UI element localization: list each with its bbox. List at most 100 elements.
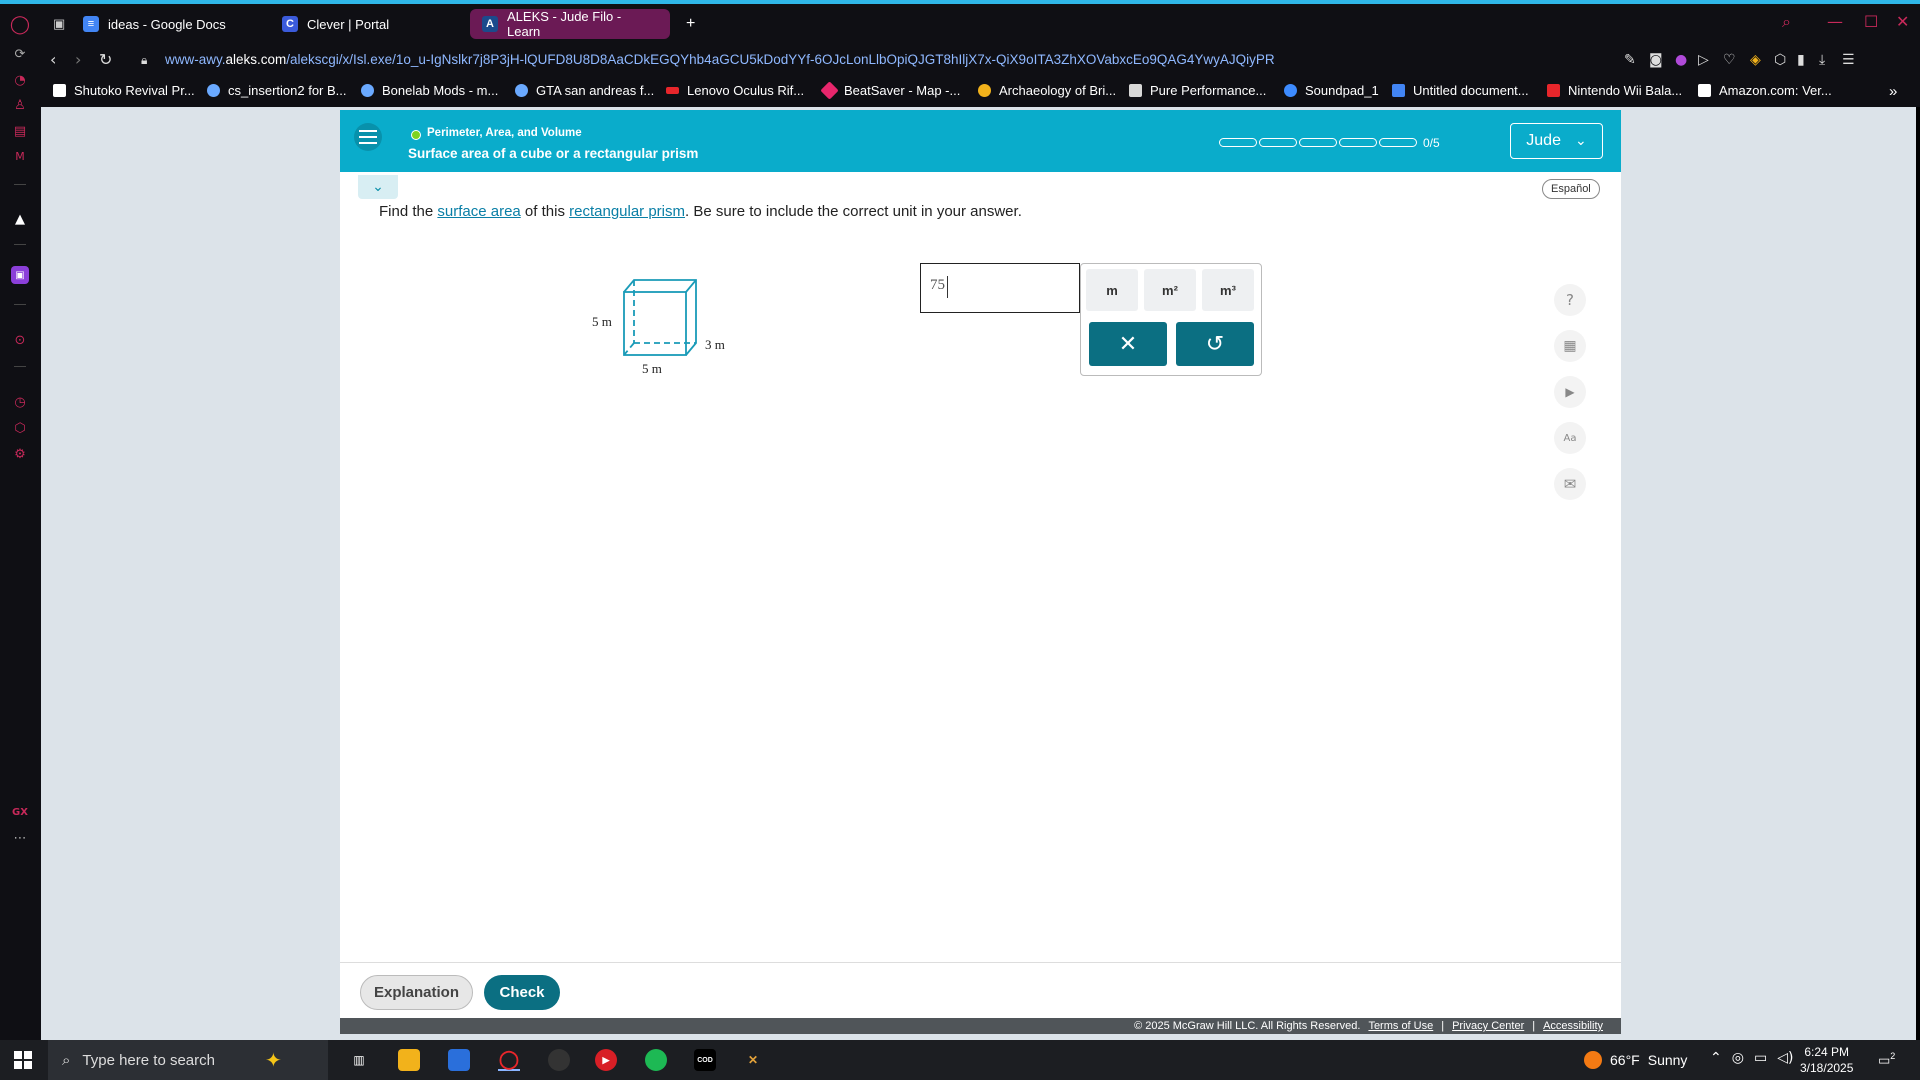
spotify-icon[interactable] xyxy=(645,1049,667,1071)
bookmark-item[interactable]: Soundpad_1 xyxy=(1284,83,1379,98)
bookmark-item[interactable]: cs_insertion2 for B... xyxy=(207,83,347,98)
edit-icon[interactable]: ✎ xyxy=(1624,52,1636,68)
bookmark-item[interactable]: Lenovo Oculus Rif... xyxy=(666,83,804,98)
pinned-icon[interactable]: ▲ xyxy=(8,207,32,231)
rectangular-prism-link[interactable]: rectangular prism xyxy=(569,203,685,220)
terms-link[interactable]: Terms of Use xyxy=(1368,1020,1433,1032)
opera-logo-icon[interactable]: ◯ xyxy=(8,12,32,36)
tab-google-docs[interactable]: ≡ ideas - Google Docs xyxy=(71,9,238,39)
unit-m-button[interactable]: m xyxy=(1086,269,1138,311)
tab-label: Clever | Portal xyxy=(307,16,390,32)
app-taskbar-icon[interactable] xyxy=(548,1049,570,1071)
calculator-icon[interactable]: ▦ xyxy=(1554,330,1586,362)
extension-icon[interactable]: ◈ xyxy=(1750,52,1761,68)
tab-aleks[interactable]: A ALEKS - Jude Filo - Learn xyxy=(470,9,670,39)
performance-icon xyxy=(1129,84,1142,97)
opera-taskbar-icon[interactable]: ◯ xyxy=(498,1049,520,1071)
app-x-icon[interactable]: ✕ xyxy=(742,1049,764,1071)
heart-icon[interactable]: ♡ xyxy=(1723,52,1736,68)
extensions-icon[interactable]: ⬡ xyxy=(8,416,32,440)
messenger-icon[interactable]: M xyxy=(8,144,32,168)
clock[interactable]: 6:24 PM 3/18/2025 xyxy=(1800,1044,1853,1076)
bookmarks-overflow-button[interactable]: » xyxy=(1889,83,1897,100)
bookmark-item[interactable]: Nintendo Wii Bala... xyxy=(1547,83,1682,98)
collapse-chevron-icon[interactable]: ⌄ xyxy=(358,175,398,199)
video-icon[interactable]: ▶ xyxy=(1554,376,1586,408)
windows-start-icon[interactable] xyxy=(14,1051,32,1069)
check-button[interactable]: Check xyxy=(484,975,560,1010)
textbook-icon[interactable]: Aa xyxy=(1554,422,1586,454)
file-explorer-icon[interactable] xyxy=(398,1049,420,1071)
bookmark-item[interactable]: Bonelab Mods - m... xyxy=(361,83,498,98)
weather-widget[interactable]: 66°F Sunny xyxy=(1584,1051,1687,1069)
forward-icon[interactable]: › xyxy=(75,50,81,69)
user-menu-button[interactable]: Jude ⌄ xyxy=(1510,123,1603,159)
meet-now-icon[interactable]: ◎ xyxy=(1732,1050,1744,1066)
bookmark-item[interactable]: Amazon.com: Ver... xyxy=(1698,83,1832,98)
mail-icon[interactable]: ✉ xyxy=(1554,468,1586,500)
taskbar-search-input[interactable]: ⌕ Type here to search ✦ xyxy=(48,1040,328,1080)
profile-icon[interactable]: ▮ xyxy=(1797,52,1805,68)
youtube-music-icon[interactable]: ▶ xyxy=(595,1049,617,1071)
network-icon[interactable]: ▭ xyxy=(1754,1050,1767,1066)
sidebar-divider xyxy=(14,184,26,185)
gx-icon[interactable]: GX xyxy=(8,800,32,824)
more-icon[interactable]: ⋯ xyxy=(8,826,32,850)
bookmark-label: Shutoko Revival Pr... xyxy=(74,83,195,98)
url-field[interactable]: www-awy.aleks.com/alekscgi/x/Isl.exe/1o_… xyxy=(165,52,1275,67)
search-tabs-icon[interactable]: ⌕ xyxy=(1782,12,1791,32)
surface-area-link[interactable]: surface area xyxy=(437,203,520,220)
back-icon[interactable]: ‹ xyxy=(50,50,56,69)
menu-icon[interactable]: ☰ xyxy=(1842,52,1855,68)
lock-icon[interactable]: 🔒︎ xyxy=(141,53,147,68)
history-icon[interactable]: ◷ xyxy=(8,390,32,414)
notifications-icon[interactable]: ▭2 xyxy=(1878,1051,1895,1068)
volume-icon[interactable]: ◁) xyxy=(1777,1050,1793,1066)
unit-m3-button[interactable]: m³ xyxy=(1202,269,1254,311)
box-icon[interactable]: ⬡ xyxy=(1774,52,1786,68)
explanation-button[interactable]: Explanation xyxy=(360,975,473,1010)
clear-button[interactable]: ✕ xyxy=(1089,322,1167,366)
player-icon[interactable]: ⊙ xyxy=(8,328,32,352)
answer-input[interactable]: 75 xyxy=(920,263,1080,313)
download-icon[interactable]: ⤓ xyxy=(1819,52,1825,68)
hamburger-menu-icon[interactable] xyxy=(354,123,382,151)
progress-segment xyxy=(1379,138,1417,147)
call-of-duty-icon[interactable]: COD xyxy=(694,1049,716,1071)
google-docs-icon xyxy=(1392,84,1405,97)
vpn-icon[interactable]: ● xyxy=(1675,52,1687,68)
progress-segment xyxy=(1299,138,1337,147)
help-icon[interactable]: ? xyxy=(1554,284,1586,316)
sync-icon[interactable]: ⟳ xyxy=(8,42,32,66)
minimize-icon[interactable]: — xyxy=(1827,12,1843,31)
user-name: Jude xyxy=(1526,132,1561,149)
store-icon[interactable] xyxy=(448,1049,470,1071)
nintendo-icon xyxy=(1547,84,1560,97)
new-tab-button[interactable]: + xyxy=(674,9,707,39)
maximize-icon[interactable]: ☐ xyxy=(1864,12,1878,31)
chevron-up-icon[interactable]: ⌃ xyxy=(1710,1050,1722,1066)
privacy-link[interactable]: Privacy Center xyxy=(1452,1020,1524,1032)
settings-icon[interactable]: ⚙ xyxy=(8,442,32,466)
reload-icon[interactable]: ↻ xyxy=(99,50,112,69)
camera-icon[interactable]: ◙ xyxy=(1649,52,1663,68)
bookmark-item[interactable]: BeatSaver - Map -... xyxy=(820,81,960,100)
bookmark-item[interactable]: Untitled document... xyxy=(1392,83,1529,98)
espanol-button[interactable]: Español xyxy=(1542,179,1600,199)
accessibility-link[interactable]: Accessibility xyxy=(1543,1020,1603,1032)
share-icon[interactable]: ▷ xyxy=(1698,52,1709,68)
task-view-icon[interactable]: ▥ xyxy=(348,1049,370,1071)
bookmark-item[interactable]: GTA san andreas f... xyxy=(515,83,654,98)
wallet-icon[interactable]: ▤ xyxy=(8,119,32,143)
bookmark-item[interactable]: Pure Performance... xyxy=(1129,83,1266,98)
twitch-icon[interactable]: ▣ xyxy=(11,266,29,284)
bookmark-item[interactable]: Archaeology of Bri... xyxy=(978,83,1116,98)
weather-temp: 66°F xyxy=(1610,1052,1640,1068)
tab-clever[interactable]: C Clever | Portal xyxy=(270,9,401,39)
bookmark-item[interactable]: Shutoko Revival Pr... xyxy=(53,83,195,98)
ai-icon[interactable]: ♙ xyxy=(8,93,32,117)
unit-m2-button[interactable]: m² xyxy=(1144,269,1196,311)
aria-icon[interactable]: ◔ xyxy=(8,68,32,92)
undo-button[interactable]: ↺ xyxy=(1176,322,1254,366)
close-window-icon[interactable]: ✕ xyxy=(1896,12,1909,31)
